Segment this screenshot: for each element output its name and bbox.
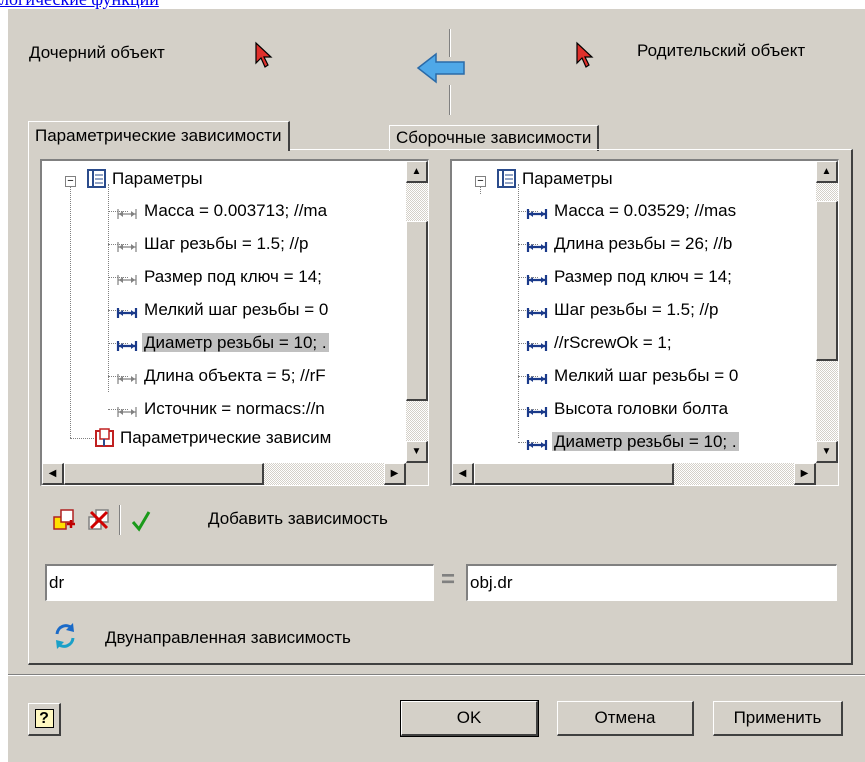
tree-line (70, 438, 94, 439)
dependencies-folder-icon (94, 427, 116, 454)
parameter-icon (116, 403, 138, 423)
parent-object-picker-icon[interactable] (574, 41, 598, 69)
child-object-label: Дочерний объект (29, 43, 165, 62)
tree-item-label: Мелкий шаг резьбы = 0 (554, 366, 739, 385)
parameter-icon (526, 271, 548, 291)
tree-item-label: Высота головки болта (554, 399, 729, 418)
tree-root-params[interactable]: Параметры (110, 164, 205, 194)
scroll-corner (816, 463, 838, 485)
horizontal-scrollbar[interactable]: ◀ ▶ (452, 463, 816, 485)
tree-item[interactable]: Мелкий шаг резьбы = 0 (142, 295, 330, 325)
scroll-thumb[interactable] (406, 221, 428, 401)
tree-item[interactable]: Размер под ключ = 14; (552, 262, 734, 292)
bottom-separator (8, 674, 865, 676)
scroll-thumb[interactable] (64, 463, 264, 485)
top-link[interactable]: логические функции (0, 0, 159, 9)
apply-button[interactable]: Применить (713, 701, 843, 736)
scroll-thumb[interactable] (816, 201, 838, 361)
tree-item-label: //rScrewOk = 1; (554, 333, 672, 352)
tab-assembly[interactable]: Сборочные зависимости (389, 125, 600, 151)
tree-item-label: Мелкий шаг резьбы = 0 (144, 300, 329, 319)
parameter-icon (526, 238, 548, 258)
tree-item-label: Длина объекта = 5; //rF (144, 366, 326, 385)
arrow-left-icon[interactable] (416, 51, 468, 90)
parameter-icon (116, 205, 138, 225)
collapse-toggle[interactable]: − (65, 176, 76, 187)
tree-item-label: Диаметр резьбы = 10; . (142, 333, 329, 352)
collapse-toggle[interactable]: − (475, 176, 486, 187)
child-params-tree[interactable]: − Параметры Масса = 0.003713; //ma Шаг ре… (40, 159, 429, 486)
tree-item[interactable]: Шаг резьбы = 1.5; //p (552, 295, 720, 325)
dialog: Дочерний объект Родительский объект Пара… (8, 9, 865, 762)
parameter-icon (526, 403, 548, 423)
tree-item-label: Источник = normacs://n (144, 399, 325, 418)
tree-content: − Параметры Масса = 0.03529; //mas Длина … (452, 161, 816, 463)
tree-root-label: Параметрические зависим (120, 428, 332, 447)
tree-root-dependencies[interactable]: Параметрические зависим (118, 423, 333, 453)
parameter-icon (526, 304, 548, 324)
tree-item[interactable]: Высота головки болта (552, 394, 730, 424)
params-folder-icon (496, 168, 518, 195)
tree-item[interactable]: Диаметр резьбы = 10; . (552, 427, 739, 457)
tree-line (108, 184, 109, 392)
tree-line (518, 184, 519, 438)
tree-item-label: Масса = 0.003713; //ma (144, 201, 328, 220)
tree-item-label: Размер под ключ = 14; (144, 267, 322, 286)
tree-item[interactable]: Масса = 0.03529; //mas (552, 196, 738, 226)
horizontal-scrollbar[interactable]: ◀ ▶ (42, 463, 406, 485)
parameter-icon (116, 304, 138, 324)
parent-object-label: Родительский объект (637, 41, 806, 60)
scroll-thumb[interactable] (474, 463, 674, 485)
scroll-left-button[interactable]: ◀ (452, 463, 474, 485)
ok-button[interactable]: OK (400, 700, 539, 737)
tree-item-label: Размер под ключ = 14; (554, 267, 732, 286)
tree-root-label: Параметры (112, 169, 203, 188)
scroll-right-button[interactable]: ▶ (384, 463, 406, 485)
parameter-icon (116, 271, 138, 291)
tree-item[interactable]: Шаг резьбы = 1.5; //p (142, 229, 310, 259)
tree-item-label: Масса = 0.03529; //mas (554, 201, 737, 220)
vertical-scrollbar[interactable]: ▲ ▼ (816, 161, 838, 463)
parameter-icon (116, 238, 138, 258)
tree-item[interactable]: Размер под ключ = 14; (142, 262, 324, 292)
divider-bottom (449, 85, 451, 115)
tree-item[interactable]: Длина объекта = 5; //rF (142, 361, 328, 391)
help-icon: ? (34, 709, 54, 728)
child-object-picker-icon[interactable] (253, 41, 277, 69)
parameter-icon (526, 436, 548, 456)
scroll-left-button[interactable]: ◀ (42, 463, 64, 485)
tree-line (70, 184, 71, 438)
tree-item-label: Длина резьбы = 26; //b (554, 234, 733, 253)
parameter-icon (526, 337, 548, 357)
vertical-scrollbar[interactable]: ▲ ▼ (406, 161, 428, 463)
scroll-up-button[interactable]: ▲ (406, 161, 428, 183)
scroll-down-button[interactable]: ▼ (406, 441, 428, 463)
scroll-up-button[interactable]: ▲ (816, 161, 838, 183)
tab-parametric[interactable]: Параметрические зависимости (28, 121, 290, 151)
tree-root-label: Параметры (522, 169, 613, 188)
parameter-icon (116, 370, 138, 390)
tree-item[interactable]: Масса = 0.003713; //ma (142, 196, 329, 226)
help-button[interactable]: ? (28, 703, 61, 736)
tree-content: − Параметры Масса = 0.003713; //ma Шаг ре… (42, 161, 406, 463)
parent-params-tree[interactable]: − Параметры Масса = 0.03529; //mas Длина … (450, 159, 839, 486)
tree-item[interactable]: Диаметр резьбы = 10; . (142, 328, 329, 358)
tree-item[interactable]: Источник = normacs://n (142, 394, 327, 424)
parameter-icon (526, 370, 548, 390)
tree-item[interactable]: //rScrewOk = 1; (552, 328, 674, 358)
tree-item-label: Шаг резьбы = 1.5; //p (554, 300, 719, 319)
tree-item[interactable]: Длина резьбы = 26; //b (552, 229, 734, 259)
params-folder-icon (86, 168, 108, 195)
tree-item-label: Диаметр резьбы = 10; . (552, 432, 739, 451)
tree-item[interactable]: Мелкий шаг резьбы = 0 (552, 361, 740, 391)
scroll-corner (406, 463, 428, 485)
tree-root-params[interactable]: Параметры (520, 164, 615, 194)
tree-item-label: Шаг резьбы = 1.5; //p (144, 234, 309, 253)
scroll-down-button[interactable]: ▼ (816, 441, 838, 463)
scroll-right-button[interactable]: ▶ (794, 463, 816, 485)
cancel-button[interactable]: Отмена (557, 701, 694, 736)
parameter-icon (526, 205, 548, 225)
parameter-icon (116, 337, 138, 357)
